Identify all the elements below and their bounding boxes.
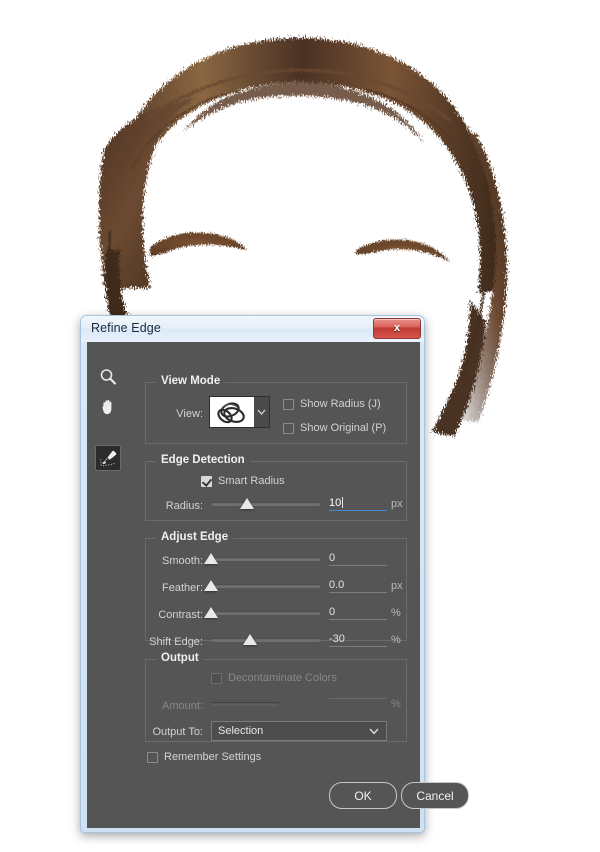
shift-edge-unit: %: [391, 634, 401, 646]
view-dropdown-arrow[interactable]: [254, 396, 270, 428]
radius-slider[interactable]: [211, 497, 321, 511]
dialog-title: Refine Edge: [91, 321, 161, 335]
refine-edge-dialog: Refine Edge x View Mode View: Show Radiu…: [80, 315, 469, 833]
magnifier-icon: [100, 369, 117, 385]
radius-input[interactable]: 10: [329, 497, 387, 511]
amount-slider-track: [211, 702, 280, 706]
smooth-slider-track: [211, 557, 321, 561]
shift-edge-input[interactable]: -30: [329, 633, 387, 647]
output-to-label: Output To:: [152, 726, 203, 738]
feather-slider-track: [211, 584, 321, 588]
edge-detection-title: Edge Detection: [156, 454, 250, 466]
feather-unit: px: [391, 580, 403, 592]
tool-strip: [87, 342, 133, 828]
radius-value: 10: [329, 497, 342, 509]
view-label: View:: [176, 408, 203, 420]
smart-radius-label[interactable]: Smart Radius: [218, 475, 285, 487]
show-radius-label[interactable]: Show Radius (J): [300, 398, 381, 410]
refine-radius-brush-tool[interactable]: [95, 445, 121, 471]
hand-tool[interactable]: [95, 394, 121, 420]
edge-detection-group: Edge Detection: [145, 454, 407, 521]
shift-edge-slider-thumb[interactable]: [242, 634, 257, 645]
text-caret: [342, 497, 344, 508]
shift-edge-slider[interactable]: [211, 633, 321, 647]
onion-skin-preview-icon: [210, 397, 254, 427]
smart-radius-checkbox[interactable]: [201, 476, 212, 487]
contrast-input[interactable]: 0: [329, 606, 387, 620]
dialog-titlebar[interactable]: Refine Edge x: [81, 316, 424, 342]
zoom-tool[interactable]: [95, 364, 121, 390]
cancel-button[interactable]: Cancel: [401, 782, 469, 809]
shift-edge-slider-track: [211, 638, 321, 642]
view-mode-title: View Mode: [156, 375, 226, 387]
radius-slider-thumb[interactable]: [240, 498, 255, 509]
radius-slider-track: [211, 502, 321, 506]
adjust-edge-title: Adjust Edge: [156, 531, 234, 543]
remember-settings-checkbox[interactable]: [147, 752, 158, 763]
contrast-unit: %: [391, 607, 401, 619]
show-radius-checkbox[interactable]: [283, 399, 294, 410]
dialog-body: View Mode View: Show Radius (J) Show Ori…: [87, 342, 469, 828]
smooth-label: Smooth:: [162, 555, 203, 567]
smooth-slider[interactable]: [204, 552, 321, 566]
output-title: Output: [156, 652, 204, 664]
contrast-slider-track: [211, 611, 321, 615]
close-icon[interactable]: x: [373, 318, 421, 339]
contrast-slider-thumb[interactable]: [204, 607, 218, 618]
contrast-label: Contrast:: [158, 609, 203, 621]
amount-unit: %: [391, 698, 401, 710]
decontaminate-colors-checkbox[interactable]: [211, 673, 222, 684]
chevron-down-icon: [369, 726, 379, 738]
feather-label: Feather:: [162, 582, 203, 594]
amount-slider[interactable]: [211, 697, 321, 711]
feather-slider-thumb[interactable]: [204, 580, 218, 591]
ok-button[interactable]: OK: [329, 782, 397, 809]
show-original-label[interactable]: Show Original (P): [300, 422, 386, 434]
amount-label: Amount:: [162, 700, 203, 712]
view-preview-thumbnail[interactable]: [209, 396, 255, 428]
radius-unit: px: [391, 498, 403, 510]
radius-label: Radius:: [165, 500, 203, 512]
brush-icon: [100, 450, 117, 467]
chevron-down-icon: [257, 409, 266, 415]
hand-icon: [102, 399, 112, 415]
dialog-content: View Mode View: Show Radius (J) Show Ori…: [133, 342, 469, 828]
smooth-slider-thumb[interactable]: [204, 553, 218, 564]
chevron-down-glyph: [369, 728, 379, 735]
remember-settings-label[interactable]: Remember Settings: [164, 751, 261, 763]
output-to-select[interactable]: Selection: [211, 721, 387, 741]
output-to-value: Selection: [218, 725, 264, 737]
shift-edge-label: Shift Edge:: [149, 636, 203, 648]
contrast-slider[interactable]: [204, 606, 321, 620]
feather-input[interactable]: 0.0: [329, 579, 387, 593]
amount-input[interactable]: [329, 697, 387, 699]
smooth-input[interactable]: 0: [329, 552, 387, 566]
decontaminate-colors-label[interactable]: Decontaminate Colors: [228, 672, 337, 684]
feather-slider[interactable]: [204, 579, 321, 593]
show-original-checkbox[interactable]: [283, 423, 294, 434]
